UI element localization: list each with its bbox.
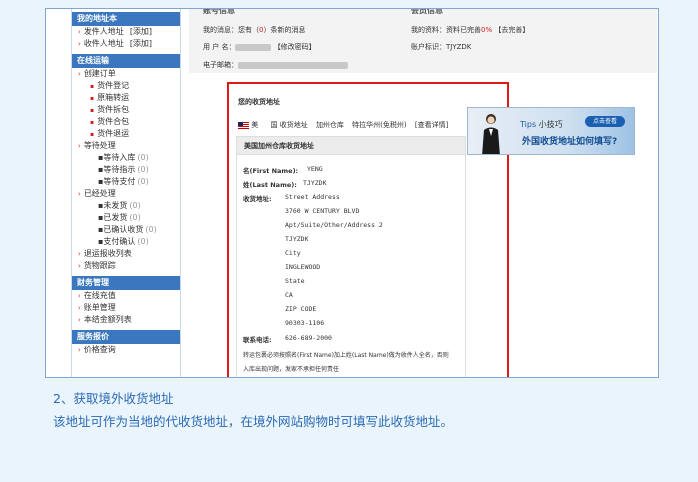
sidebar-item-return-list[interactable]: › 退运报收列表 xyxy=(72,248,180,260)
account-heading: 账号信息 xyxy=(203,8,235,15)
sidebar-item-pay-confirm[interactable]: ▪支付确认 (0) xyxy=(72,236,180,248)
sidebar-item-register[interactable]: ▪ 货件登记 xyxy=(72,80,180,92)
sidebar-section-finance: 财务管理 xyxy=(72,276,180,290)
tips-label: Tips 小技巧 xyxy=(520,120,563,129)
screenshot-frame: 我的地址本 › 发件人地址 [添加] › 收件人地址 [添加] 在线运输 › 创建订单 ▪… xyxy=(45,8,659,378)
add-link[interactable]: [添加] xyxy=(130,39,152,48)
arrow-icon: › xyxy=(78,262,81,270)
arrow-icon: › xyxy=(78,346,81,354)
username-row: 用 户 名： 【修改密码】 xyxy=(203,43,316,51)
tab-delaware[interactable]: 特拉华州(免税州) xyxy=(352,121,406,129)
arrow-icon: › xyxy=(78,304,81,312)
sidebar-item-wait-inbound[interactable]: ▪等待入库 (0) xyxy=(72,152,180,164)
last-name-label: 姓(Last Name): xyxy=(243,181,297,189)
bullet-icon: ▪ xyxy=(90,83,95,90)
bullet-icon: ▪ xyxy=(90,107,95,114)
sidebar: 我的地址本 › 发件人地址 [添加] › 收件人地址 [添加] 在线运输 › 创建订单 ▪… xyxy=(71,9,181,377)
sidebar-item-recipient-address[interactable]: › 收件人地址 [添加] xyxy=(72,38,180,50)
sidebar-item-sender-address[interactable]: › 发件人地址 [添加] xyxy=(72,26,180,38)
address-label: 收货地址: xyxy=(243,195,272,203)
address-line: 90303-1106 xyxy=(285,319,325,327)
sidebar-item-create-order[interactable]: › 创建订单 xyxy=(72,68,180,80)
sidebar-item-bills[interactable]: › 账单管理 xyxy=(72,302,180,314)
bullet-icon: ▪ xyxy=(90,119,95,126)
banner-headline: 外国收货地址如何填写? xyxy=(522,137,618,147)
check-now-button[interactable]: 点击查看 xyxy=(585,116,625,127)
sidebar-item-processed[interactable]: › 已经处理 xyxy=(72,188,180,200)
bullet-icon: ▪ xyxy=(90,131,95,138)
sidebar-item-wait-payment[interactable]: ▪等待支付 (0) xyxy=(72,176,180,188)
sidebar-item-original-box[interactable]: ▪ 原箱转运 xyxy=(72,92,180,104)
tab-california-warehouse[interactable]: 加州仓库 xyxy=(316,121,344,129)
sidebar-item-return[interactable]: ▪ 货件退运 xyxy=(72,128,180,140)
last-name-value: TJYZDK xyxy=(303,179,327,187)
my-messages-row: 我的消息：您有（0）条新的消息 xyxy=(203,26,306,34)
country-label: 美 xyxy=(251,121,259,129)
change-password-link[interactable]: 【修改密码】 xyxy=(274,43,316,51)
arrow-icon: › xyxy=(78,70,81,78)
phone-value: 626-689-2000 xyxy=(285,334,332,342)
sidebar-section-shipping: 在线运输 xyxy=(72,54,180,68)
redacted-username xyxy=(235,43,272,51)
sidebar-item-confirmed[interactable]: ▪已确认收货 (0) xyxy=(72,224,180,236)
member-heading: 会员信息 xyxy=(411,8,443,15)
profile-percent: 0% xyxy=(481,26,493,34)
first-name-label: 名(First Name): xyxy=(243,167,299,175)
arrow-icon: › xyxy=(78,40,81,48)
account-info-block: 账号信息 会员信息 我的消息：您有（0）条新的消息 我的资料：资料已完善0% 【… xyxy=(189,9,657,73)
phone-label: 联系电话: xyxy=(243,336,272,344)
sidebar-section-pricing: 服务报价 xyxy=(72,330,180,344)
arrow-icon: › xyxy=(78,250,81,258)
address-line: Apt/Suite/Other/Address 2 xyxy=(285,221,383,229)
address-line: ZIP CODE xyxy=(285,305,317,313)
sidebar-item-pending[interactable]: › 等待处理 xyxy=(72,140,180,152)
sidebar-item-unpack[interactable]: ▪ 货件拆包 xyxy=(72,104,180,116)
us-flag-icon xyxy=(238,121,249,129)
first-name-value: YENG xyxy=(307,165,323,173)
address-line: INGLEWOOD xyxy=(285,263,321,271)
complete-profile-link[interactable]: 【去完善】 xyxy=(494,26,529,34)
view-details-link[interactable]: [查看详情] xyxy=(415,121,448,129)
sidebar-section-address-book: 我的地址本 xyxy=(72,12,180,26)
arrow-icon: › xyxy=(78,28,81,36)
address-line: Street Address xyxy=(285,193,340,201)
sidebar-item-tracking[interactable]: › 货物跟踪 xyxy=(72,260,180,272)
sidebar-item-merge[interactable]: ▪ 货件合包 xyxy=(72,116,180,128)
sidebar-item-not-shipped[interactable]: ▪未发货 (0) xyxy=(72,200,180,212)
businesswoman-icon xyxy=(482,114,500,154)
bullet-icon: ▪ xyxy=(90,95,95,102)
sidebar-item-price-query[interactable]: › 价格查询 xyxy=(72,344,180,356)
redacted-email xyxy=(238,61,348,69)
receive-address-title: 您的收货地址 xyxy=(238,98,280,106)
arrow-icon: › xyxy=(78,142,81,150)
address-line: TJYZDK xyxy=(285,235,309,243)
sidebar-item-recharge[interactable]: › 在线充值 xyxy=(72,290,180,302)
email-row: 电子邮箱： xyxy=(203,60,348,70)
caption-step: 2、获取境外收货地址 xyxy=(53,391,174,406)
tips-banner[interactable]: Tips 小技巧 点击查看 外国收货地址如何填写? xyxy=(467,107,635,155)
my-profile-row: 我的资料：资料已完善0% 【去完善】 xyxy=(411,26,530,34)
address-card-title: 美国加州仓库收货地址 xyxy=(237,137,465,155)
tab-receive-address[interactable]: 收货地址 xyxy=(280,121,308,129)
address-tabs: 美 国 收货地址 加州仓库 特拉华州(免税州) [查看详情] xyxy=(238,120,448,130)
arrow-icon: › xyxy=(78,316,81,324)
address-line: City xyxy=(285,249,301,257)
add-link[interactable]: [添加] xyxy=(130,27,152,36)
warning-line-1: 转运包裹必须按照名(First Name)加上姓(Last Name)做为收件人… xyxy=(243,352,449,359)
warning-line-2: 入库出现问题，发家不承担任何责任 xyxy=(243,366,340,373)
address-line: 3760 W CENTURY BLVD xyxy=(285,207,360,215)
main-content: 账号信息 会员信息 我的消息：您有（0）条新的消息 我的资料：资料已完善0% 【… xyxy=(189,9,658,377)
caption-description: 该地址可作为当地的代收货地址，在境外网站购物时可填写此收货地址。 xyxy=(53,414,454,429)
address-line: State xyxy=(285,277,305,285)
arrow-icon: › xyxy=(78,292,81,300)
address-card: 美国加州仓库收货地址 名(First Name): YENG 姓(Last Na… xyxy=(236,136,466,377)
sidebar-item-amounts[interactable]: › 本结金额列表 xyxy=(72,314,180,326)
sidebar-item-shipped[interactable]: ▪已发货 (0) xyxy=(72,212,180,224)
address-line: CA xyxy=(285,291,293,299)
account-id-row: 账户标识：TJYZDK xyxy=(411,43,472,51)
sidebar-item-wait-instruction[interactable]: ▪等待指示 (0) xyxy=(72,164,180,176)
account-id-value: TJYZDK xyxy=(446,43,472,51)
arrow-icon: › xyxy=(78,190,81,198)
